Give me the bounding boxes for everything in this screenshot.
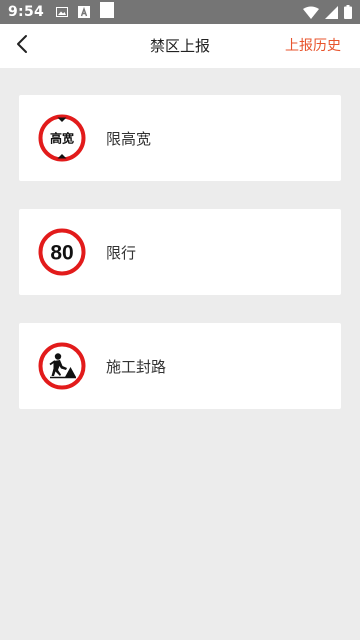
wifi-icon (297, 6, 319, 19)
back-button[interactable] (8, 24, 36, 68)
image-notification-icon (56, 3, 69, 22)
list-item-label: 限高宽 (106, 129, 152, 148)
sign-text-height-width: 高宽 (50, 131, 74, 146)
status-time: 9:54 (8, 4, 45, 20)
chevron-left-icon (15, 34, 29, 58)
sign-text-speed: 80 (50, 242, 73, 265)
signal-icon (319, 5, 338, 19)
list-item-traffic-restriction[interactable]: 80 限行 (19, 209, 341, 295)
battery-icon (338, 5, 352, 19)
road-work-sign-icon (38, 342, 86, 390)
blank-notification-icon (100, 2, 115, 22)
status-bar: 9:54 (0, 0, 360, 24)
list-item-height-width-limit[interactable]: 高宽 限高宽 (19, 95, 341, 181)
notification-icons (56, 2, 124, 22)
list-item-label: 施工封路 (106, 357, 167, 376)
list-item-road-closure[interactable]: 施工封路 (19, 323, 341, 409)
list-item-label: 限行 (106, 243, 137, 262)
app-bar: 禁区上报 上报历史 (0, 24, 360, 68)
height-width-limit-sign-icon: 高宽 (38, 114, 86, 162)
font-notification-icon (78, 3, 91, 22)
speed-limit-sign-icon: 80 (38, 228, 86, 276)
report-history-link[interactable]: 上报历史 (285, 24, 341, 68)
